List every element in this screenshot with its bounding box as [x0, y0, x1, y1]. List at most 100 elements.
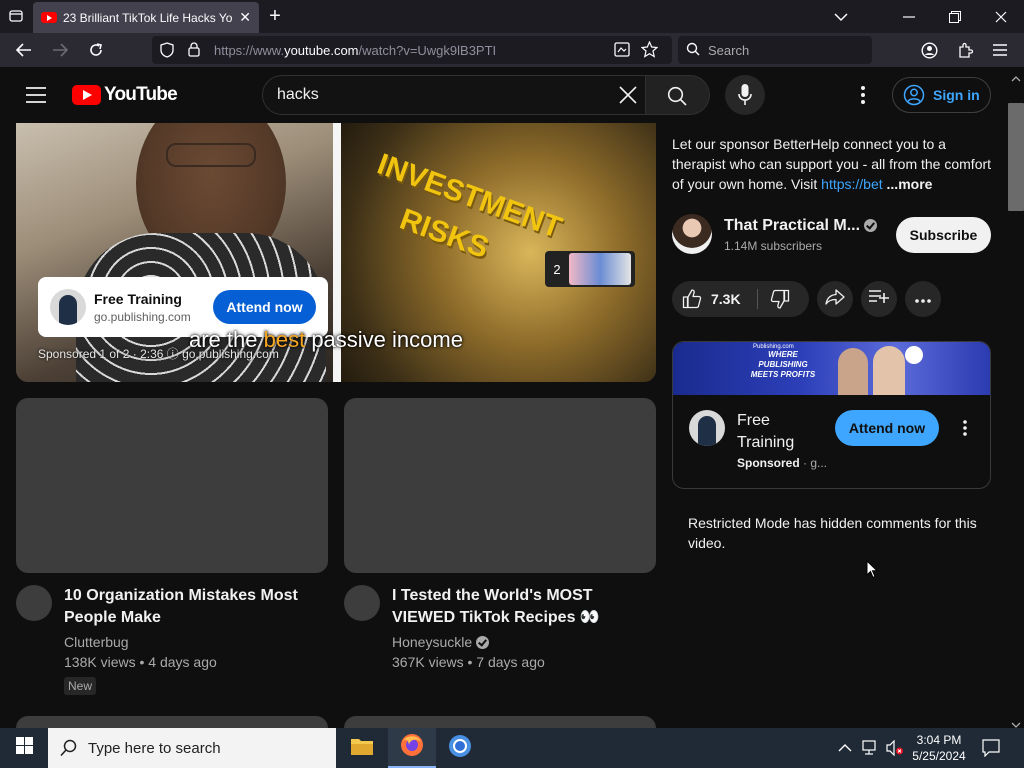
description-more-button[interactable]: ...more	[887, 176, 933, 192]
playlist-add-icon	[869, 289, 889, 309]
browser-tab-active[interactable]: 23 Brilliant TikTok Life Hacks You... ✕	[33, 2, 259, 33]
description-link[interactable]: https://bet	[821, 176, 882, 192]
tab-list-icon[interactable]	[8, 8, 24, 24]
dislike-button[interactable]	[770, 289, 792, 309]
sidebar-ad-title[interactable]: Free Training	[737, 410, 827, 454]
video-progress-bar[interactable]	[16, 379, 20, 382]
channel-name[interactable]: Clutterbug	[64, 634, 129, 650]
related-video-thumbnail-partial[interactable]	[16, 716, 328, 728]
url-text: https://www.youtube.com/watch?v=Uwgk9lB3…	[214, 43, 496, 58]
youtube-wordmark: YouTube	[104, 84, 178, 105]
channel-avatar[interactable]	[672, 214, 712, 254]
video-description[interactable]: Let our sponsor BetterHelp connect you t…	[672, 134, 992, 194]
sign-in-button[interactable]: Sign in	[892, 77, 991, 113]
guide-menu-icon[interactable]	[26, 87, 46, 108]
notifications-icon[interactable]	[982, 739, 1000, 762]
menu-hamburger-icon[interactable]	[987, 37, 1013, 63]
related-video-card[interactable]: I Tested the World's MOST VIEWED TikTok …	[344, 398, 656, 670]
attend-now-button[interactable]: Attend now	[213, 290, 316, 324]
network-icon[interactable]	[862, 740, 880, 761]
file-explorer-app[interactable]	[338, 728, 386, 768]
attend-now-button[interactable]: Attend now	[835, 410, 939, 446]
start-button[interactable]	[0, 728, 48, 768]
video-thumbnail[interactable]	[344, 398, 656, 573]
restore-button[interactable]	[932, 0, 978, 33]
scrollbar-thumb[interactable]	[1008, 103, 1024, 211]
next-ad-thumbnail	[569, 253, 631, 285]
shield-icon[interactable]	[160, 42, 174, 61]
subscribe-button[interactable]: Subscribe	[896, 217, 991, 253]
video-title[interactable]: I Tested the World's MOST VIEWED TikTok …	[392, 585, 647, 629]
share-arrow-icon	[825, 288, 845, 310]
youtube-logo[interactable]: YouTube	[72, 84, 178, 106]
browser-search-box[interactable]: Search	[678, 36, 872, 64]
search-icon	[60, 739, 78, 761]
clear-search-icon[interactable]	[619, 86, 637, 109]
volume-muted-icon[interactable]	[886, 739, 904, 761]
related-video-thumbnail-partial[interactable]	[344, 716, 656, 728]
scroll-up-arrow-icon[interactable]	[1011, 70, 1021, 88]
related-video-card[interactable]: 10 Organization Mistakes Most People Mak…	[16, 398, 328, 695]
sidebar-ad-box[interactable]: Publishing.com WHERE PUBLISHING MEETS PR…	[672, 341, 991, 489]
channel-avatar[interactable]	[16, 585, 52, 621]
back-arrow-icon[interactable]	[11, 37, 37, 63]
bookmark-star-icon[interactable]	[640, 40, 659, 61]
taskbar-search-box[interactable]: Type here to search	[48, 728, 336, 768]
reload-icon[interactable]	[83, 37, 109, 63]
search-icon	[686, 42, 700, 59]
video-thumbnail[interactable]	[16, 398, 328, 573]
youtube-search-input[interactable]	[277, 84, 597, 106]
channel-avatar[interactable]	[344, 585, 380, 621]
close-window-button[interactable]	[978, 0, 1024, 33]
like-count: 7.3K	[711, 291, 741, 307]
tab-overflow-chevron-icon[interactable]	[818, 0, 864, 33]
next-ad-preview[interactable]: 2	[545, 251, 635, 287]
video-meta: 138K views • 4 days ago	[64, 654, 217, 670]
settings-more-icon[interactable]	[860, 86, 866, 109]
new-badge: New	[64, 677, 97, 695]
like-separator	[757, 289, 758, 309]
ad-sponsored-info[interactable]: Sponsored 1 of 2 · 2:36 ⓘ go.publishing.…	[38, 345, 279, 362]
browser-tab-bar: 23 Brilliant TikTok Life Hacks You... ✕ …	[0, 0, 1024, 33]
url-domain: youtube.com	[284, 42, 359, 58]
firefox-app[interactable]	[388, 728, 436, 768]
like-button[interactable]: 7.3K	[682, 281, 741, 317]
channel-name[interactable]: Honeysuckle	[392, 634, 490, 650]
minimize-button[interactable]	[886, 0, 932, 33]
folder-icon	[350, 736, 374, 761]
extensions-icon[interactable]	[952, 37, 978, 63]
video-meta: 367K views • 7 days ago	[392, 654, 545, 670]
account-icon[interactable]	[916, 37, 942, 63]
caption-post: passive income	[305, 327, 463, 352]
show-hidden-icons-chevron-icon[interactable]	[838, 740, 852, 758]
taskbar-search-placeholder: Type here to search	[88, 739, 221, 757]
youtube-play-logo-icon	[72, 85, 101, 105]
sidebar-ad-banner[interactable]: Publishing.com WHERE PUBLISHING MEETS PR…	[673, 342, 990, 395]
tab-close-icon[interactable]: ✕	[239, 9, 251, 26]
microphone-icon	[738, 84, 752, 111]
url-bar[interactable]: https://www.youtube.com/watch?v=Uwgk9lB3…	[152, 36, 672, 64]
sign-in-label: Sign in	[933, 87, 980, 103]
url-path: /watch?v=Uwgk9lB3PTI	[358, 42, 497, 58]
reader-view-icon[interactable]	[614, 42, 630, 60]
chrome-app[interactable]	[436, 728, 484, 768]
video-player[interactable]: INVESTMENT RISKS 2 Free Training go.publ…	[16, 123, 656, 382]
youtube-search-box[interactable]	[262, 75, 646, 115]
new-tab-button[interactable]: +	[265, 5, 285, 27]
forward-arrow-icon[interactable]	[47, 37, 73, 63]
taskbar-clock[interactable]: 3:04 PM 5/25/2024	[906, 732, 972, 764]
save-to-playlist-button[interactable]	[861, 281, 897, 317]
lock-icon[interactable]	[188, 42, 200, 60]
tab-title: 23 Brilliant TikTok Life Hacks You...	[63, 10, 234, 25]
ad-options-icon[interactable]	[955, 418, 975, 438]
share-button[interactable]	[817, 281, 853, 317]
youtube-search-button[interactable]	[646, 75, 710, 115]
channel-name[interactable]: That Practical M...	[724, 217, 878, 235]
voice-search-button[interactable]	[725, 75, 765, 115]
thumbs-up-icon	[682, 289, 702, 309]
more-actions-button[interactable]	[905, 281, 941, 317]
video-title[interactable]: 10 Organization Mistakes Most People Mak…	[64, 585, 319, 629]
channel-name-text: That Practical M...	[724, 217, 861, 234]
youtube-favicon-icon	[41, 12, 57, 23]
subscriber-count: 1.14M subscribers	[724, 239, 823, 253]
